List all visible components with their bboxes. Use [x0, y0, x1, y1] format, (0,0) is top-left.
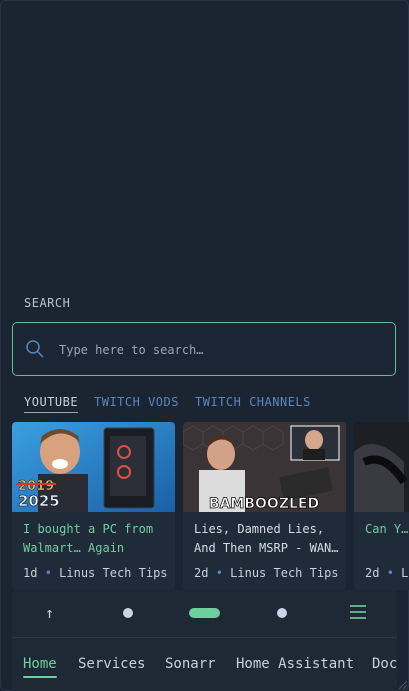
separator-dot: •: [215, 566, 223, 580]
video-meta: 2d • Linus Tech Tips: [194, 566, 339, 580]
search-section-title: SEARCH: [24, 296, 71, 310]
nav-home[interactable]: Home: [23, 656, 57, 678]
page-dot-active[interactable]: [189, 608, 220, 618]
video-title[interactable]: I bought a PC from Walmart… Again: [23, 520, 169, 558]
separator-dot: •: [386, 566, 394, 580]
video-card[interactable]: BAMBOOZLED Lies, Damned Lies, And Then M…: [183, 422, 346, 590]
nav-services[interactable]: Services: [78, 656, 145, 672]
video-age: 2d: [194, 566, 209, 580]
page-dot[interactable]: [277, 608, 287, 618]
nav-docs[interactable]: Doc: [372, 656, 397, 672]
resize-grip-icon[interactable]: [397, 679, 407, 689]
video-thumbnail[interactable]: 2019 2025: [12, 422, 175, 512]
page-dot[interactable]: [123, 608, 133, 618]
video-card[interactable]: 2019 2025 I bought a PC from Walmart… Ag…: [12, 422, 175, 590]
bottom-bar: ↑ Home Services Sonarr Home Assistant Do…: [12, 590, 397, 691]
tab-twitch-channels[interactable]: TWITCH CHANNELS: [195, 395, 311, 409]
tab-youtube[interactable]: YOUTUBE: [24, 395, 79, 413]
video-title[interactable]: Lies, Damned Lies, And Then MSRP - WAN…: [194, 520, 340, 558]
nav-home-assistant[interactable]: Home Assistant: [236, 656, 354, 672]
video-channel[interactable]: L: [401, 566, 408, 580]
video-meta: 1d • Linus Tech Tips: [23, 566, 168, 580]
video-age: 1d: [23, 566, 38, 580]
separator-dot: •: [44, 566, 52, 580]
scroll-top-arrow-icon[interactable]: ↑: [45, 604, 54, 622]
mobile-toolbar: ↑: [12, 590, 397, 638]
thumb-text-2025: 2025: [18, 492, 60, 510]
video-carousel: 2019 2025 I bought a PC from Walmart… Ag…: [12, 422, 409, 590]
search-box[interactable]: [12, 322, 396, 376]
video-channel[interactable]: Linus Tech Tips: [59, 566, 167, 580]
video-channel[interactable]: Linus Tech Tips: [230, 566, 338, 580]
video-meta: 2d • L: [365, 566, 408, 580]
tab-twitch-vods[interactable]: TWITCH VODS: [94, 395, 179, 409]
nav-sonarr[interactable]: Sonarr: [165, 656, 216, 672]
menu-icon[interactable]: [350, 604, 366, 620]
search-icon: [26, 340, 44, 358]
video-thumbnail[interactable]: BAMBOOZLED: [183, 422, 346, 512]
video-thumbnail[interactable]: [354, 422, 409, 512]
video-title[interactable]: Can Y… Impo…: [365, 520, 409, 539]
search-input[interactable]: [57, 336, 381, 364]
video-card[interactable]: Can Y… Impo… 2d • L: [354, 422, 409, 590]
thumb-text-bamboozled: BAMBOOZLED: [209, 496, 319, 512]
video-age: 2d: [365, 566, 380, 580]
